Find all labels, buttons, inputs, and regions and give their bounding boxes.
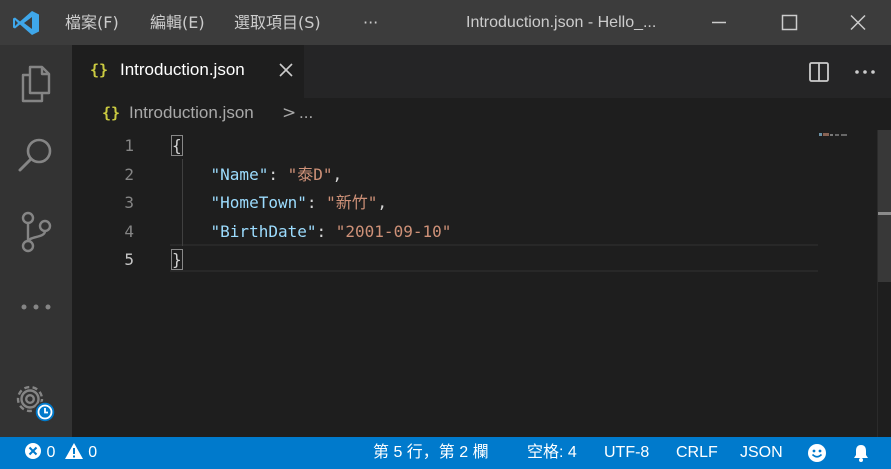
json-file-icon: {} bbox=[90, 61, 109, 79]
manage-gear-icon bbox=[16, 385, 56, 423]
code-line: "HomeTown": "新竹", bbox=[172, 188, 388, 217]
json-colon: : bbox=[316, 222, 336, 241]
json-key: "BirthDate" bbox=[210, 222, 317, 241]
minimize-button[interactable] bbox=[696, 0, 742, 45]
code-line: "BirthDate": "2001-09-10" bbox=[172, 217, 452, 246]
end-of-line[interactable]: CRLF bbox=[676, 437, 718, 469]
tab-introduction-json[interactable]: {} Introduction.json bbox=[72, 45, 304, 98]
error-count: 0 bbox=[46, 444, 56, 461]
close-tab-icon[interactable] bbox=[277, 61, 295, 79]
code-line: { bbox=[171, 131, 183, 160]
json-value: "泰D" bbox=[287, 165, 333, 184]
source-control-icon bbox=[21, 211, 52, 253]
cursor-position[interactable]: 第 5 行，第 2 欄 bbox=[373, 437, 489, 469]
menu-selection[interactable]: 選取項目(S) bbox=[234, 0, 321, 45]
json-key: "HomeTown" bbox=[210, 193, 307, 212]
split-editor-icon[interactable] bbox=[807, 60, 831, 84]
scrollbar-cursor-marker bbox=[878, 212, 891, 215]
source-control-button[interactable] bbox=[0, 204, 72, 260]
breadcrumb-file[interactable]: Introduction.json bbox=[129, 103, 254, 123]
bell-icon bbox=[854, 445, 868, 462]
title-bar: 檔案(F) 編輯(E) 選取項目(S) ··· Introduction.jso… bbox=[0, 0, 891, 45]
code-line: "Name": "泰D", bbox=[172, 160, 343, 189]
editor-tabs-bar: {} Introduction.json bbox=[72, 45, 891, 98]
json-value: "2001-09-10" bbox=[335, 222, 452, 241]
current-line-highlight bbox=[170, 244, 818, 272]
explorer-icon bbox=[21, 65, 51, 103]
maximize-button[interactable] bbox=[766, 0, 812, 45]
json-comma: , bbox=[332, 165, 343, 184]
more-icon bbox=[21, 304, 51, 310]
warning-icon bbox=[64, 443, 83, 459]
activity-bar bbox=[0, 45, 72, 437]
chevron-right-icon: > bbox=[282, 103, 297, 123]
error-icon bbox=[25, 443, 41, 459]
json-key: "Name" bbox=[210, 165, 269, 184]
minimize-icon bbox=[712, 21, 726, 24]
menu-edit[interactable]: 編輯(E) bbox=[150, 0, 205, 45]
code-editor[interactable]: 1 2 3 4 5 { "Name": "泰D", "HomeTown": "新… bbox=[72, 130, 891, 437]
line-number: 4 bbox=[124, 222, 134, 241]
json-brace: } bbox=[171, 249, 183, 270]
vscode-logo-icon bbox=[13, 11, 39, 35]
more-actions-icon[interactable] bbox=[853, 60, 877, 84]
search-button[interactable] bbox=[0, 127, 72, 183]
search-icon bbox=[18, 138, 52, 172]
warning-count: 0 bbox=[88, 444, 98, 461]
json-value: "新竹" bbox=[326, 193, 378, 212]
indentation[interactable]: 空格: 4 bbox=[527, 437, 577, 469]
menu-file[interactable]: 檔案(F) bbox=[65, 0, 119, 45]
close-window-button[interactable] bbox=[835, 0, 881, 45]
status-bar: 0 0 第 5 行，第 2 欄 空格: 4 UTF-8 CRLF JSON bbox=[0, 437, 891, 469]
language-mode[interactable]: JSON bbox=[740, 437, 783, 469]
close-icon bbox=[850, 14, 866, 31]
line-number-active: 5 bbox=[124, 250, 134, 269]
tab-label: Introduction.json bbox=[120, 60, 245, 79]
manage-button[interactable] bbox=[0, 371, 72, 433]
line-number: 2 bbox=[124, 165, 134, 184]
json-colon: : bbox=[306, 193, 327, 212]
feedback-button[interactable] bbox=[807, 443, 827, 463]
minimap[interactable] bbox=[819, 132, 849, 138]
json-comma: , bbox=[377, 193, 388, 212]
notifications-button[interactable] bbox=[851, 443, 871, 463]
window-title: Introduction.json - Hello_... bbox=[466, 14, 657, 31]
code-line: } bbox=[171, 245, 183, 274]
line-number: 1 bbox=[124, 136, 134, 155]
explorer-button[interactable] bbox=[0, 55, 72, 111]
maximize-icon bbox=[781, 14, 798, 31]
problems-indicator[interactable]: 0 0 bbox=[24, 437, 97, 469]
line-number: 3 bbox=[124, 193, 134, 212]
json-colon: : bbox=[268, 165, 288, 184]
breadcrumb-more[interactable]: ... bbox=[299, 103, 313, 123]
breadcrumb: {} Introduction.json > ... bbox=[72, 98, 891, 130]
more-views-button[interactable] bbox=[0, 279, 72, 335]
scrollbar-thumb[interactable] bbox=[878, 130, 891, 282]
smiley-icon bbox=[808, 444, 826, 462]
json-brace: { bbox=[171, 135, 183, 156]
json-file-icon: {} bbox=[102, 104, 121, 122]
encoding[interactable]: UTF-8 bbox=[604, 437, 649, 469]
menu-more[interactable]: ··· bbox=[363, 0, 378, 45]
